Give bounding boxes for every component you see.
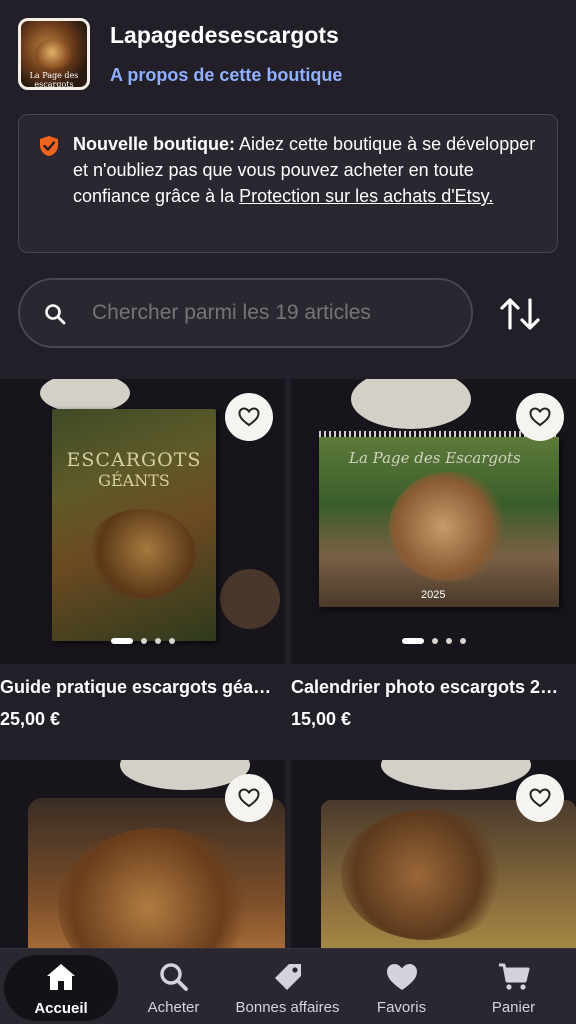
nav-item-deals[interactable]: Bonnes affaires [230, 949, 345, 1024]
about-shop-link[interactable]: A propos de cette boutique [110, 65, 342, 86]
listing-image[interactable]: La Page des Escargots 2025 [291, 379, 576, 664]
image-carousel-dots [0, 638, 285, 644]
nav-label: Panier [491, 999, 536, 1016]
calendar-title: La Page des Escargots [349, 449, 521, 467]
shop-logo-text: La Page des escargots [29, 71, 79, 89]
listing-image[interactable] [0, 760, 285, 948]
shop-logo[interactable]: La Page des escargots [18, 18, 90, 90]
snail-graphic [86, 509, 196, 599]
bottom-navigation: Accueil Acheter Bonnes affaires Favoris … [0, 948, 576, 1024]
nav-item-cart[interactable]: Panier [456, 949, 571, 1024]
nav-label: Accueil [34, 1000, 88, 1017]
nav-label: Favoris [376, 999, 427, 1016]
listing-image[interactable]: ESCARGOTS GÉANTS [0, 379, 285, 664]
purchase-protection-link[interactable]: Protection sur les achats d'Etsy. [239, 186, 493, 206]
carousel-dot [459, 638, 466, 644]
listing-title[interactable]: Calendrier photo escargots 2025 [291, 677, 566, 698]
book-cover-subtitle: GÉANTS [98, 471, 170, 490]
image-carousel-dots [291, 638, 576, 644]
book-cover-title: ESCARGOTS [66, 449, 202, 471]
search-input[interactable] [92, 301, 452, 325]
carousel-dot [431, 638, 438, 644]
favorite-button[interactable] [225, 774, 273, 822]
snail-shell-graphic [35, 39, 73, 69]
nav-item-shop[interactable]: Acheter [116, 949, 231, 1024]
heart-icon [386, 964, 417, 990]
snail-graphic [341, 810, 511, 940]
calendar-cover: La Page des Escargots 2025 [319, 431, 559, 607]
carousel-dot [140, 638, 147, 644]
snail-graphic [389, 472, 509, 582]
listing-price: 25,00 € [0, 709, 61, 729]
new-shop-notice: Nouvelle boutique: Aidez cette boutique … [18, 114, 558, 253]
nav-item-favorites[interactable]: Favoris [344, 949, 459, 1024]
favorite-button[interactable] [516, 774, 564, 822]
snail-photo [321, 800, 576, 948]
snail-graphic [58, 828, 258, 948]
favorite-button[interactable] [225, 393, 273, 441]
carousel-dot [168, 638, 175, 644]
shield-check-icon [40, 136, 58, 156]
favorite-button[interactable] [516, 393, 564, 441]
home-icon [47, 964, 75, 990]
shop-header: La Page des escargots Lapagedesescargots… [18, 18, 558, 92]
sort-arrows-icon[interactable] [498, 294, 544, 334]
search-icon [159, 963, 188, 991]
heart-outline-icon [529, 788, 551, 808]
nav-item-home[interactable]: Accueil [4, 955, 118, 1021]
heart-outline-icon [529, 407, 551, 427]
carousel-dot [401, 638, 424, 644]
nav-label: Acheter [147, 999, 200, 1016]
notice-message: Nouvelle boutique: Aidez cette boutique … [73, 131, 543, 209]
tag-icon [274, 964, 301, 990]
carousel-dot [110, 638, 133, 644]
calendar-year: 2025 [421, 589, 446, 601]
carousel-dot [445, 638, 452, 644]
search-bar[interactable] [18, 278, 473, 348]
heart-outline-icon [238, 788, 260, 808]
heart-outline-icon [238, 407, 260, 427]
listing-title[interactable]: Guide pratique escargots géants [0, 677, 275, 698]
book-cover: ESCARGOTS GÉANTS [52, 409, 216, 641]
carousel-dot [154, 638, 161, 644]
listing-image[interactable] [291, 760, 576, 948]
cart-icon [498, 963, 529, 990]
listing-price: 15,00 € [291, 709, 352, 729]
notice-title: Nouvelle boutique: [73, 134, 235, 154]
search-icon [45, 304, 66, 325]
nav-label: Bonnes affaires [235, 999, 340, 1016]
shop-name: Lapagedesescargots [110, 22, 339, 48]
